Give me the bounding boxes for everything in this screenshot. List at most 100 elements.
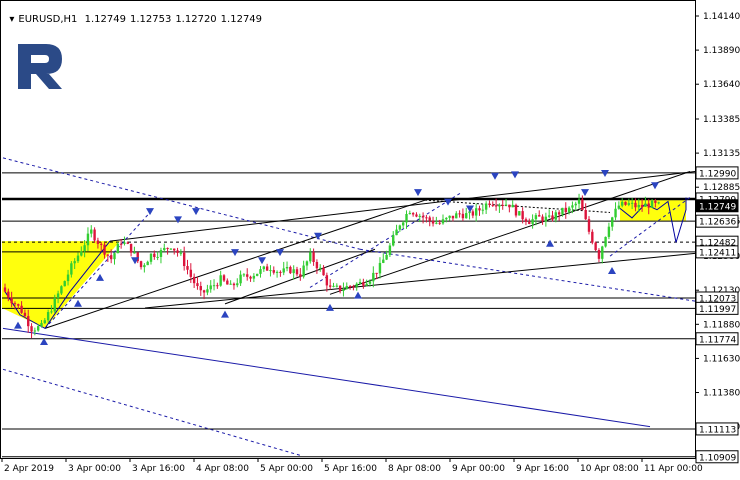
fractal-up-icon xyxy=(354,291,362,299)
price-chart[interactable]: 1.14140 1.13890 1.13640 1.13385 1.13135 1.128… xyxy=(0,0,740,480)
pattern-line-1 xyxy=(44,199,426,329)
candle-up xyxy=(441,219,445,224)
candle-up xyxy=(275,271,279,273)
candle-up xyxy=(242,274,246,276)
candle-up xyxy=(50,311,53,313)
candle-down xyxy=(199,286,202,291)
candle-down xyxy=(10,297,13,304)
candle-up xyxy=(36,326,40,331)
candle-down xyxy=(501,204,504,206)
candle-down xyxy=(189,269,193,277)
x-tick-label: 2 Apr 2019 xyxy=(4,464,54,474)
candle-up xyxy=(358,282,362,284)
candle-up xyxy=(571,205,574,208)
fractal-down-icon xyxy=(258,257,266,265)
candle-down xyxy=(23,312,27,317)
candle-down xyxy=(461,213,465,219)
candle-up xyxy=(40,323,43,327)
price-tag-label: 1.12990 xyxy=(699,169,736,179)
fractal-down-icon xyxy=(231,249,239,257)
candle-up xyxy=(90,229,93,234)
fractal-up-icon xyxy=(74,299,82,307)
trend-dashed-lower xyxy=(2,368,301,456)
candle-up xyxy=(63,281,66,287)
y-tick-label: 1.13890 xyxy=(703,46,740,56)
candle-up xyxy=(76,255,80,262)
candle-down xyxy=(551,215,554,220)
candle-up xyxy=(269,270,272,272)
candle-up xyxy=(577,199,581,204)
candle-down xyxy=(103,244,106,255)
fractal-up-icon xyxy=(221,310,229,318)
candle-up xyxy=(159,250,163,257)
candle-down xyxy=(3,287,7,292)
price-tag-label: 1.11774 xyxy=(699,335,736,345)
candle-down xyxy=(421,215,425,218)
x-tick-label: 5 Apr 00:00 xyxy=(260,464,313,474)
candle-down xyxy=(640,204,644,207)
fractal-down-icon xyxy=(174,216,182,224)
candle-down xyxy=(196,283,199,287)
y-tick-label: 1.13385 xyxy=(703,115,740,125)
fractal-up-icon xyxy=(14,321,22,329)
pattern-line-3 xyxy=(329,171,691,295)
candle-up xyxy=(650,200,654,208)
candle-up xyxy=(474,208,478,216)
candle-up xyxy=(372,272,375,282)
fractal-down-icon xyxy=(276,249,284,257)
candle-up xyxy=(236,283,239,286)
candle-down xyxy=(139,261,143,268)
x-tick-label: 4 Apr 08:00 xyxy=(196,464,249,474)
candle-down xyxy=(186,266,189,270)
candle-down xyxy=(541,216,544,222)
candle-up xyxy=(435,222,438,224)
y-tick-label: 1.13135 xyxy=(703,149,740,159)
candle-up xyxy=(342,289,345,291)
candle-up xyxy=(385,254,388,260)
candle-up xyxy=(229,283,232,285)
fractal-down-icon xyxy=(314,232,322,240)
candle-up xyxy=(465,213,468,219)
candle-down xyxy=(438,222,441,224)
fractal-down-icon xyxy=(511,171,519,179)
candle-down xyxy=(325,275,329,286)
y-tick-label: 1.13640 xyxy=(703,80,740,90)
candle-up xyxy=(282,268,285,273)
candle-down xyxy=(584,210,587,220)
candle-down xyxy=(246,274,249,277)
fractal-down-icon xyxy=(601,169,609,177)
candle-down xyxy=(100,243,103,245)
candle-down xyxy=(176,250,179,253)
fractal-down-icon xyxy=(491,172,499,180)
candle-up xyxy=(53,297,56,312)
fractal-down-icon xyxy=(651,182,659,190)
upper-trendline xyxy=(109,171,696,242)
candle-down xyxy=(13,303,17,305)
candle-up xyxy=(70,263,73,275)
candle-up xyxy=(56,293,60,298)
candle-down xyxy=(348,286,352,288)
candle-up xyxy=(262,266,266,270)
candle-down xyxy=(362,282,365,286)
candle-down xyxy=(265,266,269,271)
price-tag-label: 1.12749 xyxy=(699,202,736,212)
candle-up xyxy=(305,261,309,266)
candle-down xyxy=(415,214,418,217)
candle-up xyxy=(60,286,63,294)
candle-down xyxy=(7,291,10,298)
candle-down xyxy=(93,229,96,241)
fractal-down-icon xyxy=(192,208,200,216)
candle-up xyxy=(335,285,339,287)
candle-down xyxy=(192,276,196,284)
x-tick-label: 5 Apr 16:00 xyxy=(324,464,377,474)
candle-up xyxy=(259,269,262,274)
candle-down xyxy=(451,215,455,219)
x-tick-label: 9 Apr 00:00 xyxy=(452,464,505,474)
candle-up xyxy=(169,248,173,250)
candle-up xyxy=(637,204,640,208)
candle-up xyxy=(209,285,212,290)
candle-up xyxy=(86,233,90,246)
candle-up xyxy=(219,275,222,286)
candle-up xyxy=(534,215,538,220)
candle-down xyxy=(488,203,491,205)
